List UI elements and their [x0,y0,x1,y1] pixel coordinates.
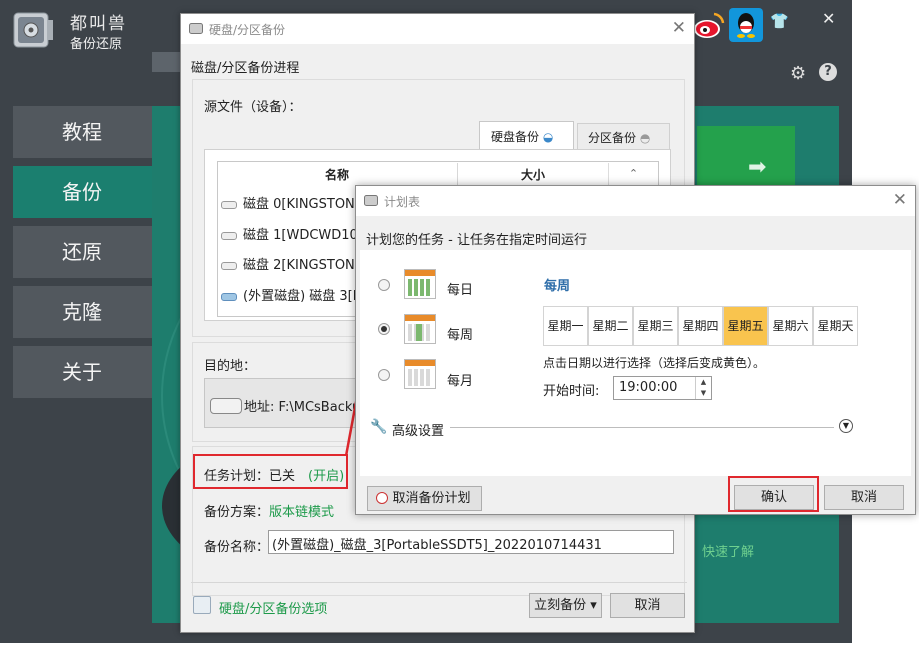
section-heading: 磁盘/分区备份进程 [191,61,300,76]
sidebar-item-restore[interactable]: 还原 [13,226,152,278]
chevron-down-icon[interactable]: ▼ [839,419,853,433]
destination-label: 目的地： [204,359,257,374]
day-select-hint: 点击日期以进行选择（选择后变成黄色）。 [543,356,766,370]
cancel-button[interactable]: 取消 [824,485,904,510]
day-monday[interactable]: 星期一 [543,306,588,346]
frequency-monthly-label: 每月 [447,374,474,389]
start-time-label: 开始时间: [543,384,600,399]
frequency-weekly-label: 每周 [447,328,474,343]
table-row[interactable]: (外置磁盘) 磁盘 3[P [221,285,361,307]
disk-icon [364,195,378,206]
table-row[interactable]: 磁盘 1[WDCWD10 [221,224,361,246]
calendar-monthly-icon [404,359,436,389]
backup-now-button[interactable]: 立刻备份 ▾ [529,593,602,618]
tab-disk-backup[interactable]: 硬盘备份 ◒ [479,121,574,150]
frequency-daily-label: 每日 [447,283,474,298]
schedule-status: 任务计划：已关 [204,469,296,484]
weibo-icon[interactable] [692,8,726,42]
scroll-up-button[interactable]: ⌃ [608,163,658,185]
time-spinner[interactable]: ▲ ▼ [695,377,711,399]
options-icon [193,596,211,614]
disk-icon [221,200,237,209]
external-disk-icon [221,292,237,301]
column-header-size[interactable]: 大小 [458,163,608,187]
arrow-right-icon: ➡ [748,155,767,180]
scheme-link[interactable]: 版本链模式 [269,501,334,520]
calendar-weekly-icon [404,314,436,344]
source-label: 源文件（设备）： [204,100,302,115]
gear-icon[interactable]: ⚙ [790,63,806,84]
calendar-daily-icon [404,269,436,299]
sidebar-item-clone[interactable]: 克隆 [13,286,152,338]
tab-label: 硬盘备份 [491,130,540,144]
day-sunday[interactable]: 星期天 [813,306,858,346]
schedule-heading: 计划您的任务 - 让任务在指定时间运行 [366,233,587,248]
schedule-enable-link[interactable]: (开启) [308,465,344,484]
dialog-titlebar: 计划表 ✕ [356,186,915,216]
day-thursday[interactable]: 星期四 [678,306,723,346]
backup-options-link[interactable]: 硬盘/分区备份选项 [219,598,327,617]
help-icon[interactable]: ? [819,63,837,81]
schedule-dialog: 计划表 ✕ 计划您的任务 - 让任务在指定时间运行 [355,185,916,515]
disk-icon [189,23,203,34]
quick-start-link[interactable]: 快速了解 [702,541,754,560]
divider [450,427,834,428]
disk-icon: ◒ [542,130,554,144]
tab-stub [152,52,182,72]
dialog-titlebar: 硬盘/分区备份 ✕ [181,14,694,44]
disk-icon [221,261,237,270]
advanced-settings-label[interactable]: 高级设置 [392,420,444,439]
wrench-icon: 🔧 [370,419,388,435]
sidebar-item-about[interactable]: 关于 [13,346,152,398]
column-header-name[interactable]: 名称 [217,163,458,187]
close-icon[interactable]: ✕ [672,18,686,38]
close-icon[interactable]: ✕ [822,9,835,28]
cancel-button[interactable]: 取消 [610,593,685,618]
day-friday[interactable]: 星期五 [723,306,768,346]
backup-name-input[interactable]: (外置磁盘)_磁盘_3[PortableSSDT5]_2022010714431 [268,530,674,554]
sidebar-item-tutorial[interactable]: 教程 [13,106,152,158]
backup-name-label: 备份名称： [204,540,270,555]
safe-logo-icon [13,12,53,48]
scheme-label: 备份方案： [204,505,270,520]
divider [191,582,687,583]
radio-weekly[interactable] [378,323,390,335]
table-row[interactable]: 磁盘 0[KINGSTON [221,193,361,215]
drive-icon [210,398,242,414]
app-brand-name: 都叫兽 [70,14,127,34]
dialog-title: 硬盘/分区备份 [209,23,286,37]
tab-partition-backup[interactable]: 分区备份 ◓ [577,123,670,150]
sidebar-item-backup[interactable]: 备份 [13,166,152,218]
close-icon[interactable]: ✕ [893,190,907,210]
app-subtitle: 备份还原 [70,37,123,52]
qq-icon[interactable] [729,8,763,42]
radio-daily[interactable] [378,279,390,291]
partition-icon: ◓ [639,131,651,145]
tab-label: 分区备份 [588,131,637,145]
day-tuesday[interactable]: 星期二 [588,306,633,346]
weekly-title: 每周 [544,279,571,294]
shirt-icon[interactable]: 👕 [770,12,789,30]
dialog-title: 计划表 [384,195,421,209]
cancel-icon [376,492,388,504]
day-saturday[interactable]: 星期六 [768,306,813,346]
table-row[interactable]: 磁盘 2[KINGSTON [221,254,361,276]
confirm-button[interactable]: 确认 [734,485,814,510]
day-wednesday[interactable]: 星期三 [633,306,678,346]
radio-monthly[interactable] [378,369,390,381]
disk-icon [221,231,237,240]
